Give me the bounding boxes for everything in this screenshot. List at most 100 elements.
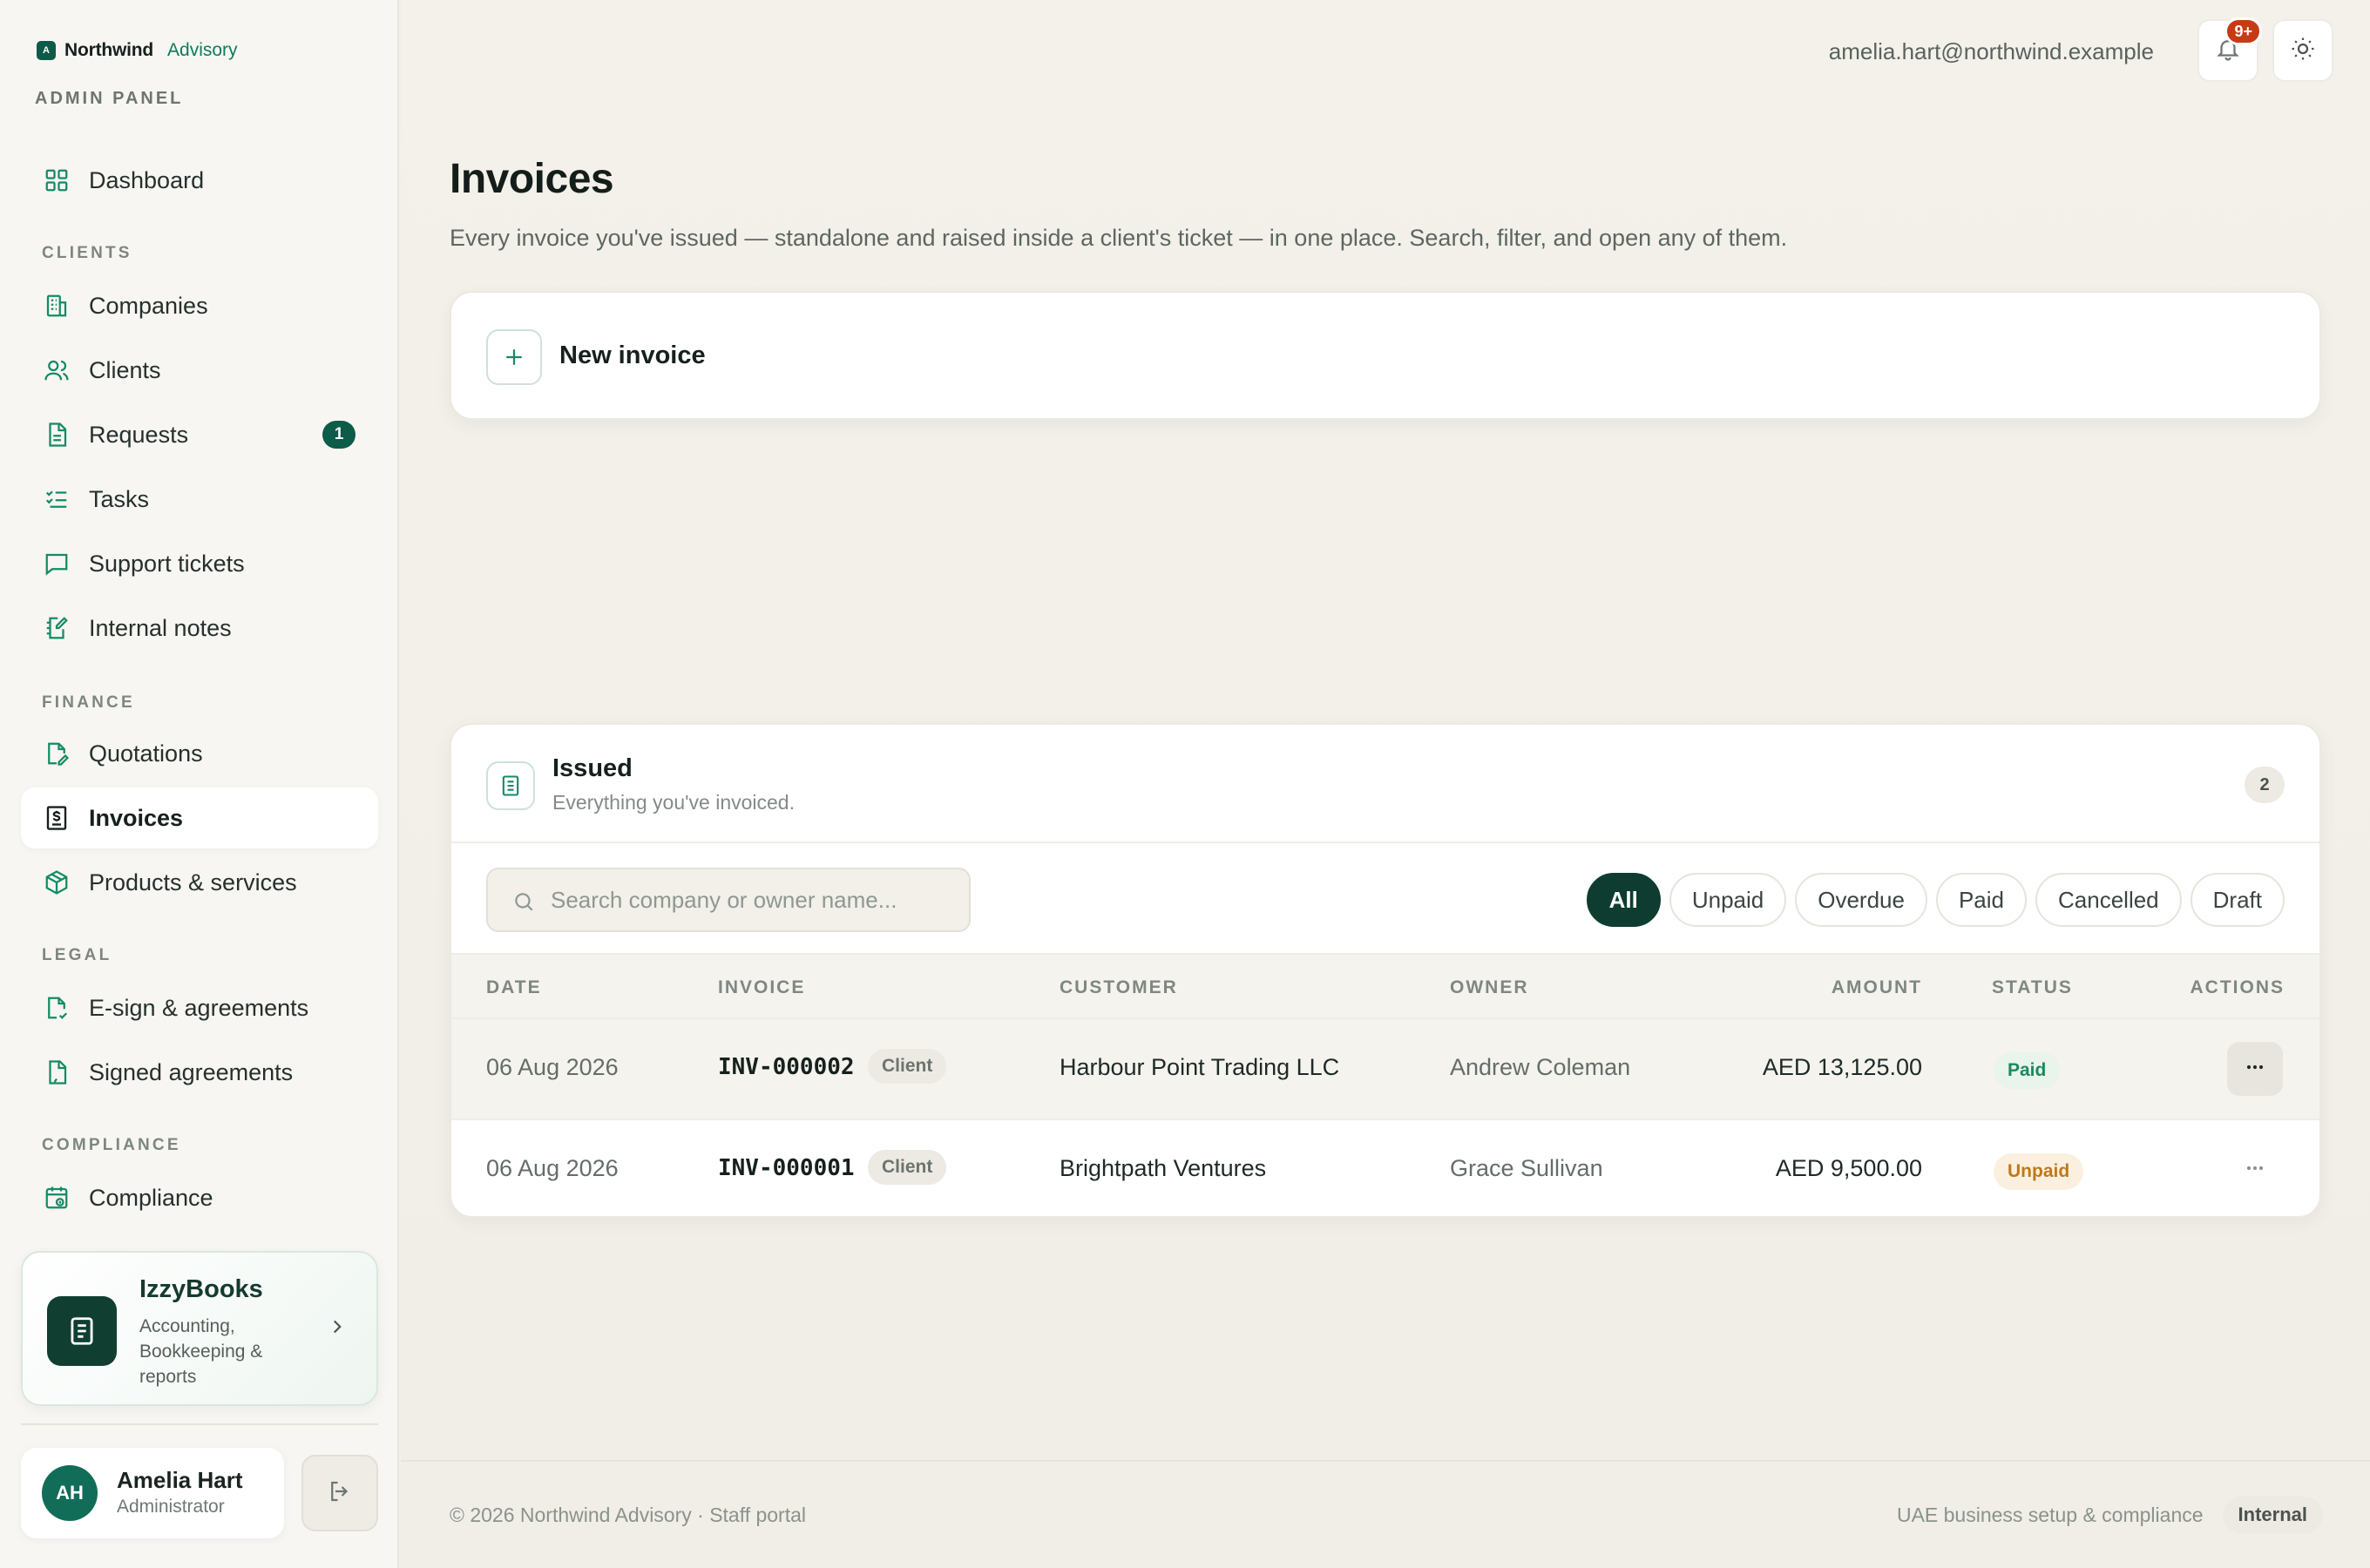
sidebar-item-requests[interactable]: Requests 1 (21, 404, 378, 465)
book-icon (47, 1296, 117, 1366)
row-customer: Harbour Point Trading LLC (1060, 1054, 1340, 1080)
main-content: amelia.hart@northwind.example 9+ Invoice… (401, 0, 2370, 1568)
column-amount: AMOUNT (1831, 977, 1922, 997)
footer-copyright: © 2026 Northwind Advisory · Staff portal (450, 1504, 807, 1526)
more-horizontal-icon (2243, 1055, 2267, 1084)
sidebar-item-label: Products & services (89, 868, 297, 896)
file-pen-icon (42, 739, 71, 768)
avatar: AH (42, 1465, 98, 1521)
sidebar-divider (21, 1423, 378, 1425)
filter-paid[interactable]: Paid (1935, 873, 2028, 927)
search-placeholder: Search company or owner name... (551, 886, 897, 913)
dashboard-icon (42, 166, 71, 195)
footer-right: UAE business setup & compliance Internal (1897, 1497, 2323, 1533)
row-actions-button[interactable] (2227, 1042, 2283, 1096)
table-row[interactable]: 06 Aug 2026 INV-000001 Client Brightpath… (451, 1120, 2319, 1216)
sidebar-item-compliance[interactable]: Compliance (21, 1167, 378, 1228)
column-customer: CUSTOMER (1060, 977, 1178, 997)
filter-unpaid[interactable]: Unpaid (1669, 873, 1787, 927)
issued-title: Issued (552, 754, 633, 782)
sidebar-item-tasks[interactable]: Tasks (21, 469, 378, 530)
user-role: Administrator (117, 1497, 225, 1517)
sidebar-item-companies[interactable]: Companies (21, 275, 378, 336)
page-subtitle: Every invoice you've issued — standalone… (450, 225, 1788, 251)
building-icon (42, 291, 71, 321)
brand[interactable]: A Northwind Advisory (37, 40, 238, 61)
footer-tagline: UAE business setup & compliance (1896, 1503, 2204, 1526)
logout-button[interactable] (301, 1455, 378, 1531)
column-date: DATE (486, 977, 542, 997)
sidebar-item-esign[interactable]: E-sign & agreements (21, 977, 378, 1038)
column-actions: ACTIONS (2190, 977, 2285, 997)
nav-section-legal: LEGAL (42, 946, 112, 964)
message-icon (42, 549, 71, 578)
table-header: DATE INVOICE CUSTOMER OWNER AMOUNT STATU… (451, 953, 2319, 1019)
user-email: amelia.hart@northwind.example (1828, 38, 2154, 64)
brand-name: Northwind (64, 40, 154, 60)
izzybooks-title: IzzyBooks (139, 1275, 263, 1303)
table-row[interactable]: 06 Aug 2026 INV-000002 Client Harbour Po… (451, 1019, 2319, 1119)
sidebar-item-dashboard[interactable]: Dashboard (21, 150, 378, 211)
sidebar-item-signed-agreements[interactable]: Signed agreements (21, 1042, 378, 1103)
sidebar-item-label: Support tickets (89, 550, 245, 577)
izzybooks-card[interactable]: IzzyBooks Accounting, Bookkeeping & repo… (21, 1251, 378, 1406)
user-name: Amelia Hart (117, 1467, 243, 1493)
sidebar-item-label: Compliance (89, 1184, 213, 1211)
search-input[interactable]: Search company or owner name... (486, 868, 971, 932)
sidebar-item-quotations[interactable]: Quotations (21, 723, 378, 784)
requests-count-badge: 1 (322, 421, 356, 449)
sidebar-item-label: Signed agreements (89, 1058, 294, 1085)
row-invoice-number: INV-000001 (718, 1155, 855, 1181)
status-badge: Unpaid (1994, 1153, 2084, 1190)
sidebar-item-products[interactable]: Products & services (21, 852, 378, 913)
filter-all[interactable]: All (1586, 873, 1661, 927)
page-title: Invoices (450, 156, 614, 202)
row-client-tag: Client (868, 1150, 947, 1185)
package-icon (42, 868, 71, 897)
document-icon (42, 420, 71, 449)
row-date: 06 Aug 2026 (486, 1054, 619, 1080)
column-status: STATUS (1992, 977, 2073, 997)
notebook-pen-icon (42, 613, 71, 643)
nav-section-clients: CLIENTS (42, 244, 132, 262)
sidebar-item-invoices[interactable]: Invoices (21, 787, 378, 848)
row-actions-button[interactable] (2227, 1143, 2283, 1197)
filter-draft[interactable]: Draft (2190, 873, 2285, 927)
filter-cancelled[interactable]: Cancelled (2035, 873, 2182, 927)
row-date: 06 Aug 2026 (486, 1155, 619, 1181)
sidebar-item-label: Quotations (89, 740, 203, 767)
search-icon (512, 890, 535, 919)
row-invoice-number: INV-000002 (718, 1054, 855, 1080)
sidebar-item-label: E-sign & agreements (89, 994, 309, 1021)
sidebar-item-support-tickets[interactable]: Support tickets (21, 533, 378, 594)
new-invoice-button[interactable]: New invoice (450, 291, 2321, 420)
sidebar-item-clients[interactable]: Clients (21, 340, 378, 401)
card-divider (451, 841, 2319, 843)
theme-toggle-button[interactable] (2272, 19, 2333, 82)
footer: © 2026 Northwind Advisory · Staff portal… (401, 1460, 2370, 1568)
checklist-icon (42, 484, 71, 514)
sidebar-item-label: Clients (89, 356, 161, 383)
filter-overdue[interactable]: Overdue (1795, 873, 1927, 927)
calendar-clock-icon (42, 1183, 71, 1213)
user-card[interactable]: AH Amelia Hart Administrator (21, 1448, 284, 1538)
file-signature-icon (42, 993, 71, 1023)
nav-section-finance: FINANCE (42, 693, 135, 712)
sidebar-item-label: Requests (89, 421, 189, 448)
sidebar-item-label: Companies (89, 292, 208, 319)
row-amount: AED 13,125.00 (1762, 1054, 1922, 1080)
row-customer: Brightpath Ventures (1060, 1155, 1267, 1181)
sidebar-item-label: Invoices (89, 804, 184, 831)
sun-icon (2290, 36, 2316, 66)
file-check-icon (42, 1058, 71, 1087)
users-icon (42, 355, 71, 385)
column-owner: OWNER (1450, 977, 1529, 997)
notifications-button[interactable]: 9+ (2197, 17, 2262, 82)
sidebar-item-internal-notes[interactable]: Internal notes (21, 598, 378, 659)
new-invoice-label: New invoice (559, 341, 706, 369)
plus-icon (486, 329, 542, 385)
issued-subtitle: Everything you've invoiced. (552, 791, 795, 814)
column-invoice: INVOICE (718, 977, 806, 997)
row-owner: Grace Sullivan (1450, 1155, 1603, 1181)
footer-internal-pill: Internal (2222, 1497, 2323, 1533)
